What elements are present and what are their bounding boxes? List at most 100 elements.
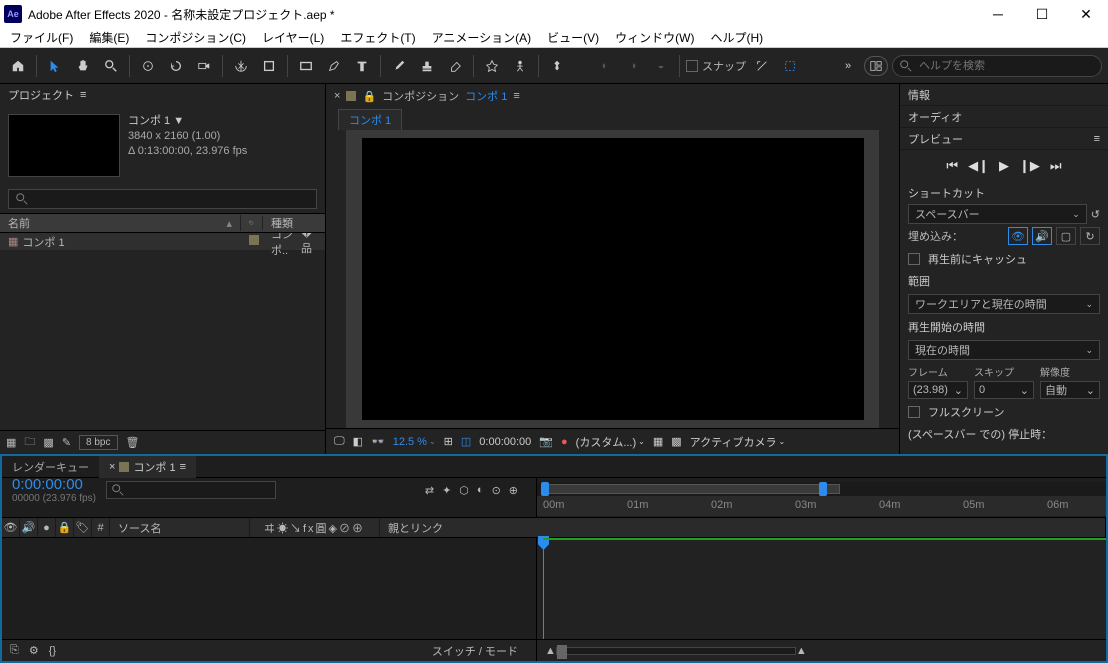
comp-breadcrumb[interactable]: コンポ 1	[465, 88, 507, 104]
maximize-button[interactable]: ☐	[1020, 0, 1064, 28]
view1-icon[interactable]: ▦	[653, 435, 663, 448]
camera-dropdown[interactable]: アクティブカメラ ⌄	[690, 434, 786, 450]
timeline-ruler[interactable]: 00m 01m 02m 03m 04m 05m 06m	[537, 496, 1106, 516]
timeline-track-area[interactable]	[537, 538, 1106, 639]
workarea-end-handle[interactable]	[819, 482, 827, 496]
tl-tool6-icon[interactable]: ⊕	[509, 484, 518, 497]
comp-name-dropdown-icon[interactable]: ▼	[173, 115, 184, 127]
new-comp-icon[interactable]: ▩	[43, 436, 53, 449]
shape-tool-icon[interactable]	[257, 54, 281, 78]
flowchart-icon[interactable]: �品	[301, 233, 317, 256]
last-frame-icon[interactable]: ⏭	[1050, 158, 1062, 174]
view2-icon[interactable]: ▩	[671, 435, 681, 448]
selection-tool-icon[interactable]	[43, 54, 67, 78]
tl-footer-icon1[interactable]: ⎘	[10, 644, 19, 657]
tl-tool2-icon[interactable]: ✦	[442, 484, 451, 497]
pen-tool-icon[interactable]	[322, 54, 346, 78]
comp-thumbnail[interactable]	[8, 114, 120, 177]
col-parent[interactable]: 親とリンク	[380, 518, 1106, 537]
brush-tool-icon[interactable]	[387, 54, 411, 78]
mask-mode3-icon[interactable]: ◒	[649, 54, 673, 78]
snap-opt2-icon[interactable]	[778, 54, 802, 78]
panel-menu-icon[interactable]: ≡	[513, 90, 519, 102]
tl-tool4-icon[interactable]: ◐	[477, 484, 484, 496]
zoom-dropdown[interactable]: 12.5 % ⌄	[393, 436, 436, 448]
col-switches[interactable]: ヰ☀↘fx圓◈⊘⊕	[250, 518, 380, 537]
minimize-button[interactable]: ─	[976, 0, 1020, 28]
include-overlay-icon[interactable]: ▢	[1056, 227, 1076, 245]
reset-icon[interactable]: ↺	[1091, 208, 1100, 221]
timeline-layer-list[interactable]	[2, 538, 537, 639]
tl-footer-icon2[interactable]: ⚙	[29, 644, 39, 657]
tab-render-queue[interactable]: レンダーキュー	[2, 456, 99, 478]
lock-icon[interactable]: 🔒	[362, 90, 376, 103]
eraser-tool-icon[interactable]	[443, 54, 467, 78]
anchor-tool-icon[interactable]	[229, 54, 253, 78]
trash-icon[interactable]: 🗑	[126, 436, 140, 449]
color-mgmt-dropdown[interactable]: (カスタム...) ⌄	[576, 434, 645, 450]
info-panel-header[interactable]: 情報	[900, 84, 1108, 106]
include-video-icon[interactable]: 👁	[1008, 227, 1028, 245]
resolution-icon[interactable]: ⊞	[444, 435, 453, 448]
zoom-tool-icon[interactable]	[99, 54, 123, 78]
transparency-grid-icon[interactable]: ◫	[461, 435, 471, 448]
interpret-icon[interactable]: ▦	[6, 436, 16, 449]
menu-composition[interactable]: コンポジション(C)	[137, 28, 254, 47]
shortcut-select[interactable]: スペースバー⌄	[908, 204, 1087, 224]
col-num[interactable]: #	[92, 518, 110, 537]
home-icon[interactable]	[6, 54, 30, 78]
zoom-out-icon[interactable]: ▲	[545, 645, 556, 657]
menu-effect[interactable]: エフェクト(T)	[332, 28, 423, 47]
mask-mode2-icon[interactable]: ◑	[621, 54, 645, 78]
project-search[interactable]	[8, 189, 317, 209]
audio-panel-header[interactable]: オーディオ	[900, 106, 1108, 128]
timeline-current-time[interactable]: 0:00:00:00	[12, 476, 96, 493]
preview-panel-header[interactable]: プレビュー≡	[900, 128, 1108, 150]
tl-tool5-icon[interactable]: ⊙	[492, 484, 501, 497]
project-row[interactable]: ▦コンポ 1 コンポ..�品	[0, 233, 325, 251]
col-lock-icon[interactable]: 🔒	[56, 518, 74, 537]
res-select[interactable]: 自動⌄	[1040, 381, 1100, 399]
next-frame-icon[interactable]: ❙▶	[1019, 158, 1040, 174]
play-icon[interactable]: ▶	[999, 158, 1009, 174]
pin-tool-icon[interactable]	[545, 54, 569, 78]
snapshot-icon[interactable]: 📷	[539, 435, 553, 448]
comp-tab-close-icon[interactable]: ×	[334, 90, 340, 102]
snap-checkbox[interactable]	[686, 60, 698, 72]
help-search[interactable]	[892, 55, 1102, 77]
overflow-icon[interactable]: »	[836, 54, 860, 78]
workspace-icon[interactable]	[864, 56, 888, 76]
panel-menu-icon[interactable]: ≡	[80, 89, 86, 101]
prev-frame-icon[interactable]: ◀❙	[968, 158, 989, 174]
close-button[interactable]: ✕	[1064, 0, 1108, 28]
hand-tool-icon[interactable]	[71, 54, 95, 78]
comp-subtab[interactable]: コンポ 1	[338, 109, 402, 130]
panel-menu-icon[interactable]: ≡	[1094, 133, 1100, 145]
rect-tool-icon[interactable]	[294, 54, 318, 78]
col-eye-icon[interactable]: 👁	[2, 518, 20, 537]
col-label-icon[interactable]: 🏷	[74, 518, 92, 537]
switch-mode-toggle[interactable]: スイッチ / モード	[432, 643, 528, 659]
menu-view[interactable]: ビュー(V)	[539, 28, 607, 47]
cache-checkbox[interactable]	[908, 253, 920, 265]
menu-edit[interactable]: 編集(E)	[81, 28, 137, 47]
frame-select[interactable]: (23.98)⌄	[908, 381, 968, 399]
menu-window[interactable]: ウィンドウ(W)	[607, 28, 702, 47]
playhead[interactable]	[543, 538, 544, 639]
menu-animation[interactable]: アニメーション(A)	[424, 28, 540, 47]
timeline-search[interactable]	[106, 481, 276, 499]
adjust-icon[interactable]: ✎	[62, 436, 71, 449]
project-col-type[interactable]: 種類	[263, 215, 325, 231]
stamp-tool-icon[interactable]	[415, 54, 439, 78]
col-audio-icon[interactable]: 🔊	[20, 518, 38, 537]
roto-tool-icon[interactable]	[480, 54, 504, 78]
fullscreen-checkbox[interactable]	[908, 406, 920, 418]
text-tool-icon[interactable]	[350, 54, 374, 78]
tab-comp[interactable]: × コンポ 1 ≡	[99, 455, 196, 478]
project-col-tag[interactable]	[241, 216, 263, 230]
menu-layer[interactable]: レイヤー(L)	[254, 28, 332, 47]
toggle-alpha-icon[interactable]: ◧	[353, 435, 363, 448]
timeline-work-area[interactable]	[537, 482, 1106, 496]
rotate-tool-icon[interactable]	[164, 54, 188, 78]
snap-opt1-icon[interactable]	[750, 54, 774, 78]
